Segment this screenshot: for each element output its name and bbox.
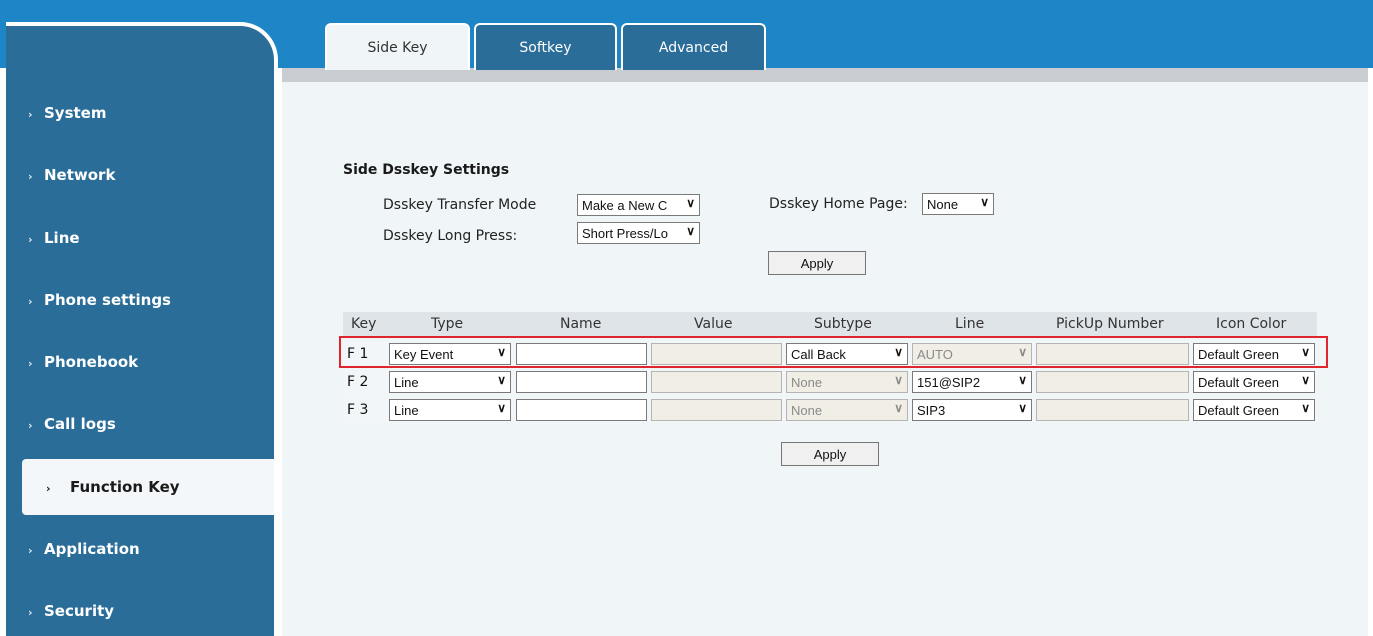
tab-side-key[interactable]: Side Key xyxy=(325,23,470,70)
sidebar-item-label-wrap: › Function Key xyxy=(46,478,180,496)
transfer-mode-label: Dsskey Transfer Mode xyxy=(383,197,537,213)
sidebar-item-label: Line xyxy=(44,229,80,247)
chevron-right-icon: › xyxy=(28,108,33,121)
section-title: Side Dsskey Settings xyxy=(343,162,510,178)
chevron-right-icon: › xyxy=(28,233,33,246)
chevron-right-icon: › xyxy=(46,482,51,495)
sidebar-item-label: Network xyxy=(44,166,116,184)
select-value: SIP3 xyxy=(917,402,946,418)
select-value: Line xyxy=(394,374,419,390)
value-input[interactable] xyxy=(651,371,782,393)
chevron-down-icon: ∨ xyxy=(686,196,695,210)
column-header-line: Line xyxy=(955,316,985,332)
sidebar-item-label: Phone settings xyxy=(44,291,171,309)
apply-table-button[interactable]: Apply xyxy=(781,442,879,466)
column-header-pickup-number: PickUp Number xyxy=(1056,316,1164,332)
type-select[interactable]: Line ∨ xyxy=(389,399,511,421)
long-press-label: Dsskey Long Press: xyxy=(383,228,518,244)
tab-advanced[interactable]: Advanced xyxy=(621,23,766,70)
sidebar-item-application[interactable]: › Application xyxy=(28,540,140,558)
select-value: Default Green xyxy=(1198,374,1279,390)
sidebar-item-line[interactable]: › Line xyxy=(28,229,80,247)
subtype-select[interactable]: None ∨ xyxy=(786,371,908,393)
type-select[interactable]: Line ∨ xyxy=(389,371,511,393)
column-header-subtype: Subtype xyxy=(814,316,872,332)
select-value: None xyxy=(927,196,959,212)
chevron-down-icon: ∨ xyxy=(1018,373,1027,387)
chevron-right-icon: › xyxy=(28,295,33,308)
sidebar-item-label: Function Key xyxy=(70,478,180,496)
row-key: F 2 xyxy=(347,374,369,390)
sidebar-item-function-key[interactable]: › Function Key xyxy=(22,459,274,515)
long-press-select[interactable]: Short Press/Lo ∨ xyxy=(577,222,700,244)
chevron-down-icon: ∨ xyxy=(1301,373,1310,387)
column-header-icon-color: Icon Color xyxy=(1216,316,1287,332)
chevron-down-icon: ∨ xyxy=(1301,401,1310,415)
sidebar-item-label: Phonebook xyxy=(44,353,139,371)
value-input[interactable] xyxy=(651,399,782,421)
pickup-number-input[interactable] xyxy=(1036,371,1189,393)
chevron-right-icon: › xyxy=(28,606,33,619)
chevron-down-icon: ∨ xyxy=(980,195,989,209)
select-value: Make a New C xyxy=(582,197,668,213)
select-value: Line xyxy=(394,402,419,418)
column-header-key: Key xyxy=(351,316,377,332)
line-select[interactable]: 151@SIP2 ∨ xyxy=(912,371,1032,393)
name-input[interactable] xyxy=(516,399,647,421)
chevron-down-icon: ∨ xyxy=(686,224,695,238)
home-page-select[interactable]: None ∨ xyxy=(922,193,994,215)
sidebar-item-label: Security xyxy=(44,602,115,620)
column-header-name: Name xyxy=(560,316,602,332)
sidebar-item-phonebook[interactable]: › Phonebook xyxy=(28,353,138,371)
transfer-mode-select[interactable]: Make a New C ∨ xyxy=(577,194,700,216)
tab-underline xyxy=(282,68,1368,82)
table-row: F 3 Line ∨ None ∨ SIP3 ∨ Default Green ∨ xyxy=(343,398,1317,422)
chevron-right-icon: › xyxy=(28,544,33,557)
highlight-box xyxy=(339,336,1328,368)
select-value: Short Press/Lo xyxy=(582,225,668,241)
select-value: 151@SIP2 xyxy=(917,374,981,390)
sidebar-item-label: System xyxy=(44,104,107,122)
select-value: Default Green xyxy=(1198,402,1279,418)
select-value: None xyxy=(791,374,823,390)
chevron-down-icon: ∨ xyxy=(894,401,903,415)
subtype-select[interactable]: None ∨ xyxy=(786,399,908,421)
icon-color-select[interactable]: Default Green ∨ xyxy=(1193,399,1315,421)
chevron-down-icon: ∨ xyxy=(1018,401,1027,415)
pickup-number-input[interactable] xyxy=(1036,399,1189,421)
tab-softkey[interactable]: Softkey xyxy=(474,23,617,70)
table-row: F 2 Line ∨ None ∨ 151@SIP2 ∨ Default Green ∨ xyxy=(343,370,1317,394)
sidebar-item-call-logs[interactable]: › Call logs xyxy=(28,415,116,433)
row-key: F 3 xyxy=(347,402,369,418)
column-header-value: Value xyxy=(694,316,733,332)
chevron-down-icon: ∨ xyxy=(497,373,506,387)
chevron-down-icon: ∨ xyxy=(894,373,903,387)
sidebar-item-label: Application xyxy=(44,540,140,558)
sidebar-item-network[interactable]: › Network xyxy=(28,166,115,184)
chevron-right-icon: › xyxy=(28,170,33,183)
sidebar-item-label: Call logs xyxy=(44,415,116,433)
apply-settings-button[interactable]: Apply xyxy=(768,251,866,275)
select-value: None xyxy=(791,402,823,418)
chevron-down-icon: ∨ xyxy=(497,401,506,415)
column-header-type: Type xyxy=(431,316,464,332)
table-header: Key Type Name Value Subtype Line PickUp … xyxy=(343,312,1317,336)
icon-color-select[interactable]: Default Green ∨ xyxy=(1193,371,1315,393)
chevron-right-icon: › xyxy=(28,419,33,432)
chevron-right-icon: › xyxy=(28,357,33,370)
sidebar-item-system[interactable]: › System xyxy=(28,104,106,122)
sidebar-item-security[interactable]: › Security xyxy=(28,602,114,620)
home-page-label: Dsskey Home Page: xyxy=(769,196,908,212)
sidebar-item-phone-settings[interactable]: › Phone settings xyxy=(28,291,171,309)
line-select[interactable]: SIP3 ∨ xyxy=(912,399,1032,421)
name-input[interactable] xyxy=(516,371,647,393)
